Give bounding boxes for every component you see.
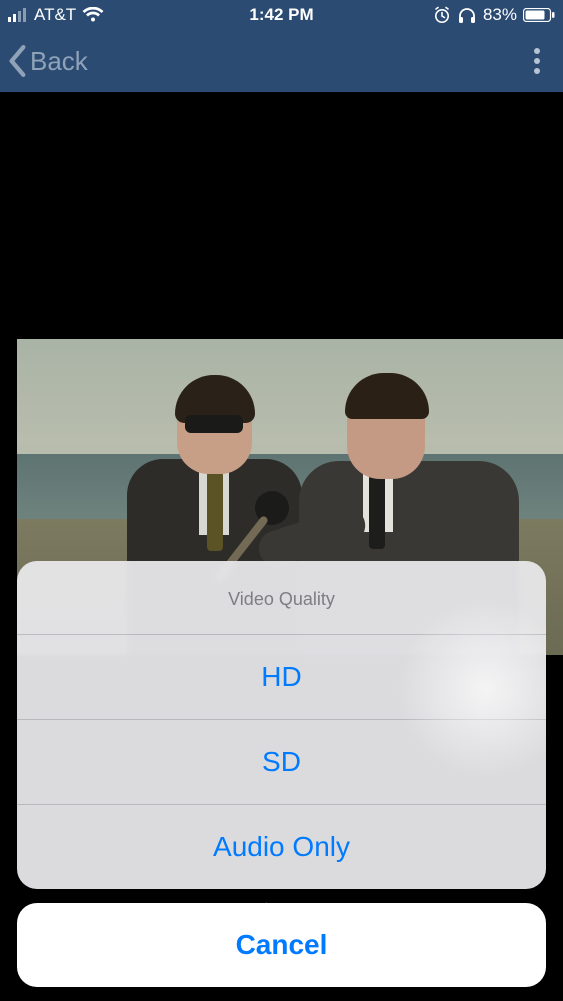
- more-button[interactable]: [517, 41, 557, 81]
- back-label: Back: [30, 46, 88, 77]
- status-bar: AT&T 1:42 PM 83%: [0, 0, 563, 30]
- battery-icon: [523, 8, 555, 22]
- action-sheet-title: Video Quality: [17, 561, 546, 634]
- action-sheet: Video Quality HD SD Audio Only Cancel: [17, 561, 546, 987]
- more-vertical-icon: [533, 47, 541, 75]
- battery-pct-label: 83%: [483, 5, 517, 25]
- nav-bar: Back: [0, 30, 563, 92]
- alarm-icon: [433, 6, 451, 24]
- quality-option-audio-only[interactable]: Audio Only: [17, 804, 546, 889]
- carrier-label: AT&T: [34, 5, 76, 25]
- wifi-icon: [82, 7, 104, 23]
- quality-option-sd[interactable]: SD: [17, 719, 546, 804]
- quality-option-hd[interactable]: HD: [17, 634, 546, 719]
- cell-signal-icon: [8, 8, 28, 22]
- video-player-area[interactable]: Video Quality HD SD Audio Only Cancel: [0, 92, 563, 1001]
- cancel-button[interactable]: Cancel: [17, 903, 546, 987]
- headphones-icon: [457, 6, 477, 24]
- back-button[interactable]: Back: [0, 45, 96, 77]
- chevron-left-icon: [8, 45, 28, 77]
